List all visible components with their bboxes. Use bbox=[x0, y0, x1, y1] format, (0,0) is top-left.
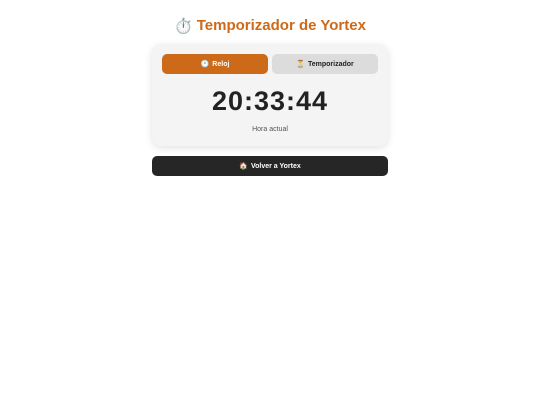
stopwatch-icon: ⏱️ bbox=[174, 18, 193, 35]
tab-reloj-label: Reloj bbox=[212, 60, 230, 68]
clock-card: 🕐 Reloj ⏳ Temporizador 20:33:44 Hora act… bbox=[152, 44, 388, 146]
page: ⏱️ Temporizador de Yortex 🕐 Reloj ⏳ Tempo… bbox=[0, 0, 540, 405]
clock-icon: 🕐 bbox=[200, 61, 210, 68]
tab-temporizador[interactable]: ⏳ Temporizador bbox=[272, 54, 378, 74]
house-icon: 🏠 bbox=[239, 163, 248, 170]
clock-caption: Hora actual bbox=[252, 126, 288, 133]
clock-display: 20:33:44 bbox=[211, 86, 329, 116]
tab-temporizador-label: Temporizador bbox=[307, 60, 354, 68]
page-title: ⏱️ Temporizador de Yortex bbox=[0, 16, 540, 37]
mode-tabs: 🕐 Reloj ⏳ Temporizador bbox=[162, 54, 378, 74]
tab-reloj[interactable]: 🕐 Reloj bbox=[162, 54, 268, 74]
hourglass-icon: ⏳ bbox=[296, 61, 305, 68]
page-title-text: Temporizador de Yortex bbox=[196, 17, 366, 34]
back-button-label: Volver a Yortex bbox=[250, 162, 301, 170]
back-to-yortex-button[interactable]: 🏠 Volver a Yortex bbox=[152, 156, 388, 176]
